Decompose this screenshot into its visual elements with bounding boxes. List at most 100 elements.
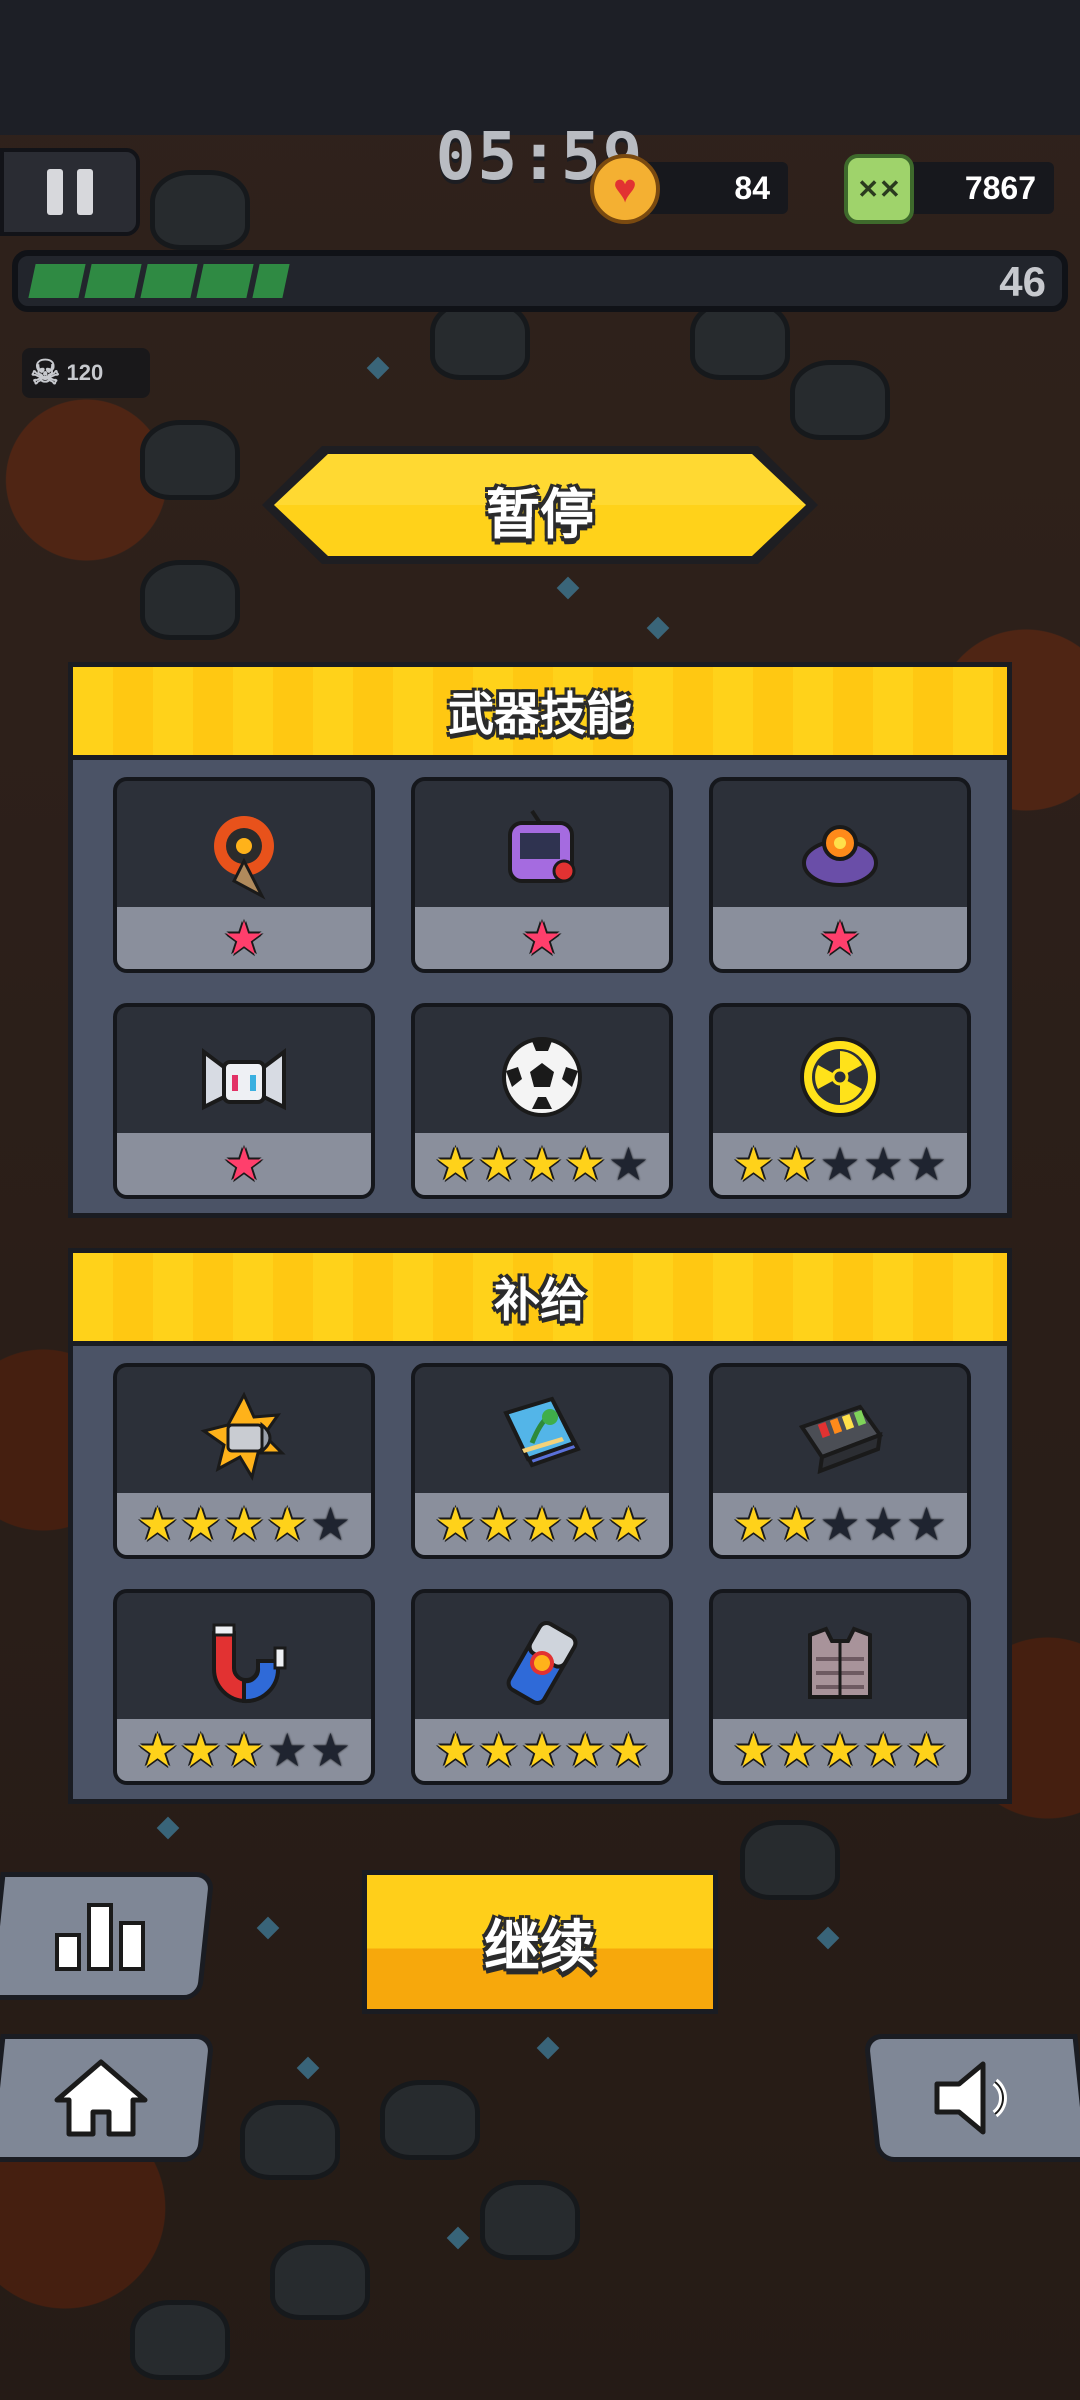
supply-slot[interactable]: ★ ★ ★ ★ ★ [411,1363,673,1559]
flaming-drill-icon [117,791,371,911]
star-icon: ★ [776,1137,818,1191]
home-icon [54,2059,148,2137]
star-icon: ★ [819,911,861,965]
ghost-icon: ☠ [30,354,61,392]
star-icon: ★ [905,1723,948,1777]
star-icon: ★ [564,1497,606,1551]
star-icon: ★ [905,1497,948,1551]
supply-slot[interactable]: ★ ★ ★ ★ ★ [709,1363,971,1559]
star-rating: ★ ★ ★ ★ ★ [117,1493,371,1555]
star-rating: ★ ★ ★ ★ ★ [713,1133,967,1195]
status-area [0,0,1080,135]
star-icon: ★ [223,911,265,965]
star-rating: ★ ★ ★ ★ ★ [415,1719,669,1781]
star-icon: ★ [223,1497,265,1551]
star-icon: ★ [607,1497,650,1551]
star-icon: ★ [266,1723,308,1777]
star-icon: ★ [776,1497,818,1551]
energy-can-icon [415,1603,669,1723]
pause-title-banner: 暂停 [262,446,818,564]
star-icon: ★ [732,1137,775,1191]
supplies-title: 补给 [73,1253,1007,1346]
zombie-skull-icon: ✕✕ [844,154,914,224]
star-icon: ★ [521,1137,563,1191]
star-icon: ★ [564,1137,606,1191]
kills-counter: ✕✕ 7867 [844,154,1054,224]
weapon-skills-title: 武器技能 [73,667,1007,760]
radiation-disc-icon [713,1017,967,1137]
star-rating: ★ ★ ★ ★ ★ [117,1719,371,1781]
battery-pack-icon [713,1377,967,1497]
arcade-console-icon [415,791,669,911]
weapon-slot[interactable]: ★ ★ ★ ★ ★ [709,1003,971,1199]
star-icon: ★ [434,1497,477,1551]
weapon-slot[interactable]: ★ [709,777,971,973]
star-icon: ★ [309,1723,352,1777]
star-icon: ★ [905,1137,948,1191]
ghost-counter: ☠ 120 [22,348,150,398]
kills-value: 7867 [964,169,1036,206]
weapon-skills-panel: 武器技能 ★ ★ ★ ★ ★ ★ ★ ★ ★ ★ ★ ★ ★ ★ [68,662,1012,1218]
supply-slot[interactable]: ★ ★ ★ ★ ★ [709,1589,971,1785]
stats-button[interactable] [0,1872,215,2000]
star-icon: ★ [819,1723,861,1777]
star-icon: ★ [521,1723,563,1777]
star-rating: ★ ★ ★ ★ ★ [415,1133,669,1195]
star-icon: ★ [862,1497,904,1551]
continue-button[interactable]: 继续 [362,1870,718,2014]
star-rating: ★ ★ ★ ★ ★ [415,1493,669,1555]
star-rating: ★ [415,907,669,969]
supply-slot[interactable]: ★ ★ ★ ★ ★ [411,1589,673,1785]
weapon-slot[interactable]: ★ [113,1003,375,1199]
star-rating: ★ [117,907,371,969]
star-icon: ★ [223,1137,265,1191]
home-button[interactable] [0,2034,215,2162]
supplies-panel: 补给 ★ ★ ★ ★ ★ ★ ★ ★ ★ ★ ★ ★ ★ ★ ★ ★ ★ ★ ★ ★ [68,1248,1012,1804]
armor-vest-icon [713,1603,967,1723]
star-icon: ★ [732,1723,775,1777]
star-icon: ★ [862,1137,904,1191]
star-icon: ★ [478,1497,520,1551]
star-icon: ★ [819,1137,861,1191]
pause-title: 暂停 [486,483,594,546]
star-icon: ★ [223,1723,265,1777]
magnet-icon [117,1603,371,1723]
star-icon: ★ [776,1723,818,1777]
heart-coin-icon: ♥ [590,154,660,224]
star-icon: ★ [521,911,563,965]
robot-drone-icon [117,1017,371,1137]
bullet-icon [117,1377,371,1497]
star-icon: ★ [136,1723,179,1777]
star-icon: ★ [136,1497,179,1551]
weapon-slot[interactable]: ★ [113,777,375,973]
bar-chart-icon [55,1903,145,1971]
star-icon: ★ [180,1723,222,1777]
star-rating: ★ ★ ★ ★ ★ [713,1493,967,1555]
orb-turret-icon [713,791,967,911]
star-icon: ★ [478,1137,520,1191]
hearts-counter: ♥ 84 [590,154,788,224]
supply-slot[interactable]: ★ ★ ★ ★ ★ [113,1589,375,1785]
hearts-value: 84 [734,169,770,206]
weapon-slot[interactable]: ★ [411,777,673,973]
speaker-icon [934,2061,1007,2135]
weapon-slot[interactable]: ★ ★ ★ ★ ★ [411,1003,673,1199]
book-icon [415,1377,669,1497]
ghost-value: 120 [66,360,104,385]
soccer-ball-icon [415,1017,669,1137]
pause-button[interactable] [0,148,140,236]
star-icon: ★ [266,1497,308,1551]
supply-slot[interactable]: ★ ★ ★ ★ ★ [113,1363,375,1559]
star-icon: ★ [862,1723,904,1777]
star-icon: ★ [434,1137,477,1191]
star-rating: ★ [117,1133,371,1195]
sound-button[interactable] [863,2034,1080,2162]
star-icon: ★ [607,1137,650,1191]
star-icon: ★ [521,1497,563,1551]
star-rating: ★ [713,907,967,969]
star-icon: ★ [607,1723,650,1777]
star-icon: ★ [819,1497,861,1551]
star-icon: ★ [478,1723,520,1777]
pause-icon [47,169,63,215]
star-rating: ★ ★ ★ ★ ★ [713,1719,967,1781]
